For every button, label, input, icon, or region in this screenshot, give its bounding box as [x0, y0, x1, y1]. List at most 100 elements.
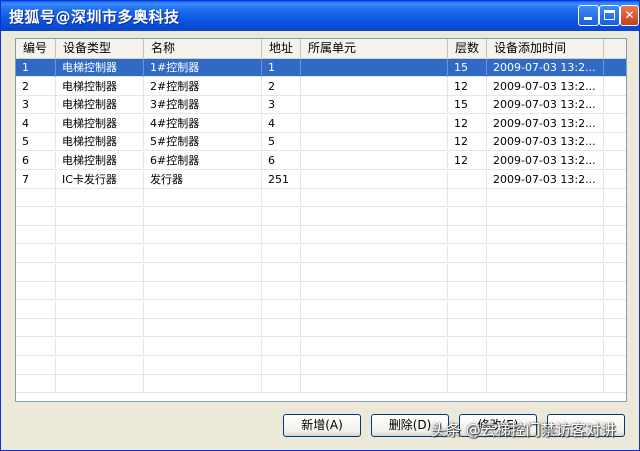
cell-name — [144, 208, 262, 226]
cell-device-type — [56, 226, 144, 244]
column-header-unit[interactable]: 所属单元 — [301, 39, 448, 58]
cell-added-time — [487, 189, 604, 207]
cell-id: 3 — [16, 96, 56, 114]
cell-floors — [448, 189, 487, 207]
cell-address: 251 — [262, 171, 301, 189]
column-header-id[interactable]: 编号 — [16, 39, 56, 58]
column-header-name[interactable]: 名称 — [144, 39, 262, 58]
cell-floors — [448, 245, 487, 263]
cell-added-time — [487, 319, 604, 337]
cell-floors — [448, 301, 487, 319]
cell-name: 2#控制器 — [144, 78, 262, 96]
cell-unit — [301, 226, 448, 244]
table-row[interactable]: 5 电梯控制器 5#控制器 5 12 2009-07-03 13:2... — [16, 133, 626, 151]
cell-unit — [301, 338, 448, 356]
table-row[interactable]: 6 电梯控制器 6#控制器 6 12 2009-07-03 13:2... — [16, 152, 626, 170]
cell-floors: 12 — [448, 152, 487, 170]
cell-floors — [448, 319, 487, 337]
add-button-key: (A) — [325, 418, 343, 432]
maximize-button[interactable] — [599, 5, 620, 26]
cell-device-type — [56, 301, 144, 319]
table-row[interactable]: 4 电梯控制器 4#控制器 4 12 2009-07-03 13:2... — [16, 115, 626, 133]
empty-row — [16, 189, 626, 207]
cell-unit — [301, 189, 448, 207]
cell-unit — [301, 208, 448, 226]
table-row[interactable]: 2 电梯控制器 2#控制器 2 12 2009-07-03 13:2... — [16, 78, 626, 96]
cell-address: 6 — [262, 152, 301, 170]
cell-unit — [301, 96, 448, 114]
cell-id — [16, 189, 56, 207]
cell-floors — [448, 375, 487, 393]
title-bar[interactable]: 搜狐号@深圳市多奥科技 ✕ — [1, 1, 639, 31]
cell-id — [16, 264, 56, 282]
cell-address — [262, 208, 301, 226]
watermark-text: 头条 @云梯控门禁访客对讲 — [431, 421, 616, 439]
cell-added-time — [487, 375, 604, 393]
cell-device-type: 电梯控制器 — [56, 152, 144, 170]
cell-id — [16, 208, 56, 226]
cell-device-type — [56, 338, 144, 356]
table-row[interactable]: 1 电梯控制器 1#控制器 1 15 2009-07-03 13:2... — [16, 59, 626, 77]
column-header-device-type[interactable]: 设备类型 — [56, 39, 144, 58]
cell-floors — [448, 338, 487, 356]
cell-unit — [301, 301, 448, 319]
cell-address — [262, 245, 301, 263]
cell-name — [144, 301, 262, 319]
empty-row — [16, 264, 626, 282]
cell-id — [16, 301, 56, 319]
cell-unit — [301, 115, 448, 133]
cell-unit — [301, 282, 448, 300]
cell-floors — [448, 171, 487, 189]
column-header-added-time[interactable]: 设备添加时间 — [487, 39, 604, 58]
cell-id — [16, 357, 56, 375]
device-list[interactable]: 编号 设备类型 名称 地址 所属单元 层数 设备添加时间 1 电梯控制器 1#控制器 1 15 200… — [15, 38, 627, 402]
cell-name: 3#控制器 — [144, 96, 262, 114]
cell-address — [262, 301, 301, 319]
cell-address: 2 — [262, 78, 301, 96]
cell-id — [16, 338, 56, 356]
cell-added-time: 2009-07-03 13:2... — [487, 115, 604, 133]
cell-id — [16, 226, 56, 244]
cell-name — [144, 375, 262, 393]
maximize-icon — [604, 10, 615, 20]
cell-device-type: 电梯控制器 — [56, 96, 144, 114]
cell-name — [144, 338, 262, 356]
cell-address — [262, 226, 301, 244]
cell-added-time — [487, 301, 604, 319]
cell-address — [262, 319, 301, 337]
cell-added-time: 2009-07-03 13:2... — [487, 59, 604, 77]
add-button-label: 新增 — [301, 418, 326, 432]
cell-device-type — [56, 319, 144, 337]
list-header: 编号 设备类型 名称 地址 所属单元 层数 设备添加时间 — [16, 39, 626, 59]
cell-name: 发行器 — [144, 171, 262, 189]
cell-unit — [301, 133, 448, 151]
close-button[interactable]: ✕ — [620, 5, 639, 26]
column-header-floors[interactable]: 层数 — [448, 39, 487, 58]
add-button[interactable]: 新增(A) — [283, 414, 361, 437]
cell-address — [262, 189, 301, 207]
cell-unit — [301, 78, 448, 96]
table-row[interactable]: 3 电梯控制器 3#控制器 3 15 2009-07-03 13:2... — [16, 96, 626, 114]
cell-added-time — [487, 282, 604, 300]
cell-name — [144, 282, 262, 300]
delete-button-key: (D) — [412, 418, 432, 432]
table-row[interactable]: 7 IC卡发行器 发行器 251 2009-07-03 13:2... — [16, 171, 626, 189]
cell-floors — [448, 208, 487, 226]
empty-row — [16, 282, 626, 300]
cell-added-time: 2009-07-03 13:2... — [487, 96, 604, 114]
cell-added-time: 2009-07-03 13:2... — [487, 133, 604, 151]
cell-device-type — [56, 264, 144, 282]
cell-added-time — [487, 226, 604, 244]
cell-device-type: 电梯控制器 — [56, 78, 144, 96]
column-header-address[interactable]: 地址 — [262, 39, 301, 58]
empty-row — [16, 338, 626, 356]
cell-address — [262, 338, 301, 356]
minimize-button[interactable] — [578, 5, 599, 26]
cell-added-time — [487, 264, 604, 282]
cell-device-type — [56, 208, 144, 226]
cell-floors — [448, 357, 487, 375]
cell-device-type: IC卡发行器 — [56, 171, 144, 189]
cell-address: 5 — [262, 133, 301, 151]
cell-address: 3 — [262, 96, 301, 114]
empty-row — [16, 319, 626, 337]
